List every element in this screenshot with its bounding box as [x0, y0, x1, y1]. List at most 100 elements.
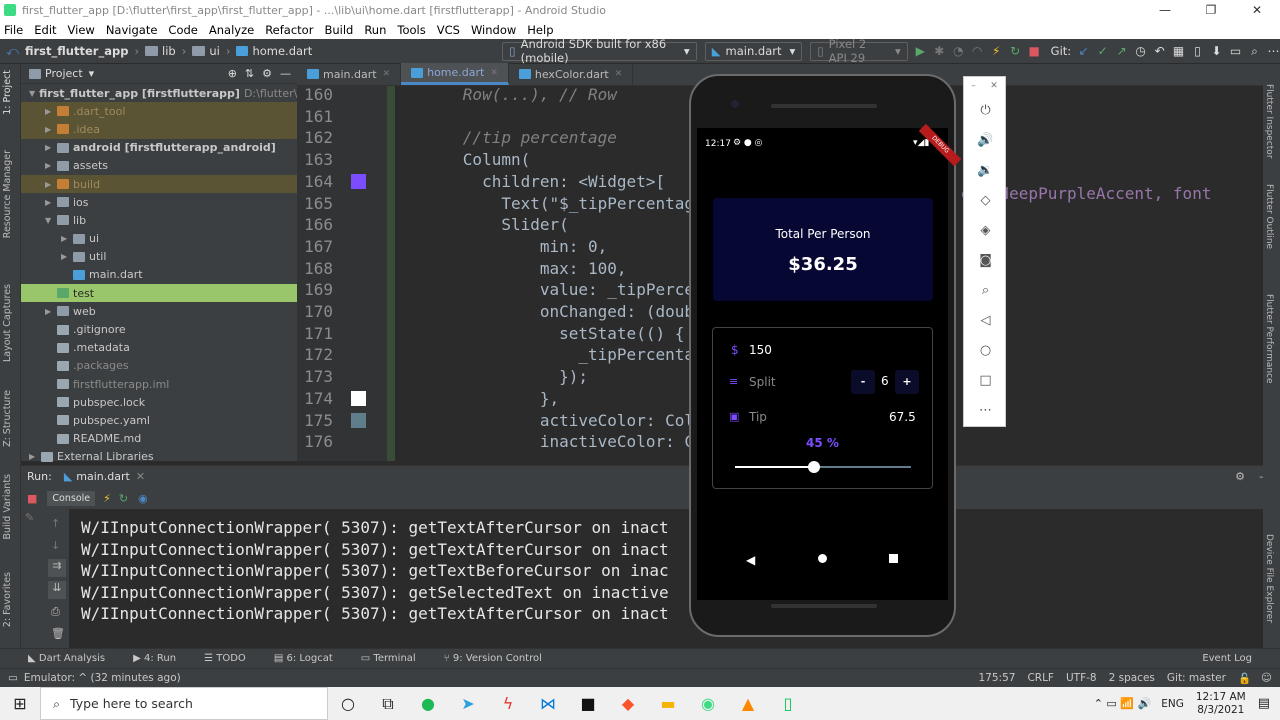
close-tab-icon[interactable]: ✕	[490, 68, 498, 78]
git-branch[interactable]: Git: master	[1167, 672, 1226, 684]
git-push-icon[interactable]: ↗	[1115, 43, 1128, 59]
rollback-icon[interactable]: ↶	[1153, 43, 1166, 59]
close-icon[interactable]: ✕	[990, 81, 998, 91]
color-swatch[interactable]	[351, 390, 366, 406]
coverage-icon[interactable]: ◔	[952, 43, 965, 59]
hot-reload-icon[interactable]: ⚡	[103, 492, 111, 505]
event-log-tab[interactable]: Event Log	[1202, 653, 1252, 664]
hide-icon[interactable]: —	[280, 67, 291, 80]
devtools-icon[interactable]: ◉	[138, 492, 148, 505]
avd-manager-icon[interactable]: ▯	[1191, 43, 1204, 59]
console-tab[interactable]: Console	[47, 490, 96, 506]
menu-run[interactable]: Run	[364, 23, 386, 37]
project-tree-item[interactable]: ▶ ui	[21, 230, 297, 248]
project-tree-item[interactable]: ▶ ios	[21, 193, 297, 211]
minimize-button[interactable]: —	[1142, 3, 1188, 17]
flutter-inspector-tab[interactable]: Flutter Inspector	[1264, 84, 1274, 159]
taskbar-search[interactable]: ⌕ Type here to search	[40, 687, 328, 720]
editor-tab[interactable]: hexColor.dart ✕	[509, 63, 634, 85]
project-tree-item[interactable]: ▶ util	[21, 248, 297, 266]
android-back-button[interactable]: ◀	[746, 553, 755, 567]
search-icon[interactable]: ⌕	[1248, 43, 1261, 59]
scroll-to-end-icon[interactable]: ⇊	[48, 581, 66, 599]
power-icon[interactable]: ⏻	[964, 95, 1007, 125]
chevron-down-icon[interactable]: ▼	[45, 216, 57, 225]
favorites-tab[interactable]: 2: Favorites	[2, 572, 13, 627]
overview-icon[interactable]: □	[964, 365, 1007, 395]
color-swatch[interactable]	[351, 412, 366, 428]
taskbar-clock[interactable]: 12:17 AM 8/3/2021	[1196, 691, 1246, 717]
chevron-right-icon[interactable]: ▶	[29, 452, 41, 461]
rotate-left-icon[interactable]: ◇	[964, 185, 1007, 215]
gear-icon[interactable]: ⚙	[1235, 470, 1245, 483]
project-tree-item[interactable]: .metadata	[21, 339, 297, 357]
chevron-right-icon[interactable]: ▶	[45, 161, 57, 170]
android-studio-icon[interactable]: ◉	[688, 687, 728, 720]
rotate-right-icon[interactable]: ◈	[964, 215, 1007, 245]
status-message[interactable]: Emulator: ^ (32 minutes ago)	[24, 672, 181, 684]
vscode-icon[interactable]: ⋈	[528, 687, 568, 720]
project-tree-item[interactable]: ▶ android [firstflutterapp_android]	[21, 139, 297, 157]
flash-icon[interactable]: ϟ	[488, 687, 528, 720]
run-config-tab[interactable]: main.dart	[76, 470, 130, 483]
menu-vcs[interactable]: VCS	[437, 23, 460, 37]
share-icon[interactable]: ⋯	[1267, 43, 1280, 59]
menu-navigate[interactable]: Navigate	[106, 23, 158, 37]
close-button[interactable]: ✕	[1234, 3, 1280, 17]
breadcrumb-ui[interactable]: ui	[192, 44, 220, 58]
pin-icon[interactable]: ✎	[25, 511, 41, 524]
editor-tab[interactable]: home.dart ✕	[401, 63, 509, 85]
structure-tab[interactable]: Z: Structure	[2, 390, 13, 447]
stop-icon[interactable]: ■	[1028, 43, 1041, 59]
down-arrow-icon[interactable]: ↓	[51, 539, 60, 552]
android-recents-button[interactable]	[889, 554, 898, 563]
task-view-icon[interactable]: ⧉	[368, 687, 408, 720]
split-increment-button[interactable]: +	[895, 370, 919, 394]
close-icon[interactable]: ✕	[136, 470, 145, 483]
project-tree-item[interactable]: pubspec.lock	[21, 393, 297, 411]
print-icon[interactable]: ⎙	[51, 605, 60, 619]
project-tree-item[interactable]: pubspec.yaml	[21, 411, 297, 429]
chevron-right-icon[interactable]: ▶	[45, 125, 57, 134]
menu-view[interactable]: View	[68, 23, 95, 37]
home-icon[interactable]: ○	[964, 335, 1007, 365]
project-tree-item[interactable]: ▶ assets	[21, 157, 297, 175]
minimize-icon[interactable]: –	[971, 81, 976, 91]
breadcrumb-file[interactable]: home.dart	[236, 44, 312, 58]
menu-refactor[interactable]: Refactor	[265, 23, 313, 37]
back-icon[interactable]: ◁	[964, 305, 1007, 335]
line-separator[interactable]: CRLF	[1027, 672, 1054, 684]
project-tool-tab[interactable]: 1: Project	[2, 70, 13, 115]
device-selector[interactable]: ▯ Android SDK built for x86 (mobile) ▾	[502, 37, 697, 65]
chevron-right-icon[interactable]: ▶	[61, 234, 73, 243]
bottom-tab[interactable]: ▤ 6: Logcat	[260, 653, 333, 664]
menu-analyze[interactable]: Analyze	[209, 23, 254, 37]
layout-captures-tab[interactable]: Layout Captures	[2, 284, 13, 362]
stop-icon[interactable]: ■	[27, 492, 37, 505]
color-swatch[interactable]	[351, 173, 366, 189]
hot-restart-icon[interactable]: ↻	[119, 492, 128, 505]
project-tree-item[interactable]: .gitignore	[21, 320, 297, 338]
bottom-tab[interactable]: ☰ TODO	[190, 653, 246, 664]
debug-icon[interactable]: ✱	[933, 43, 946, 59]
project-tree-item[interactable]: ▶ External Libraries	[21, 448, 297, 466]
project-tree-item[interactable]: .packages	[21, 357, 297, 375]
telegram-icon[interactable]: ➤	[448, 687, 488, 720]
chevron-right-icon[interactable]: ▶	[45, 107, 57, 116]
menu-build[interactable]: Build	[324, 23, 353, 37]
volume-up-icon[interactable]: 🔊	[964, 125, 1007, 155]
chevron-right-icon[interactable]: ▶	[45, 307, 57, 316]
lock-icon[interactable]: 🔓	[1238, 672, 1251, 685]
project-tree-item[interactable]: ▶ build	[21, 174, 297, 194]
zoom-icon[interactable]: ⌕	[964, 275, 1007, 305]
project-tree-item[interactable]: main.dart	[21, 266, 297, 284]
spotify-icon[interactable]: ●	[408, 687, 448, 720]
profile-icon[interactable]: ◠	[971, 43, 984, 59]
maximize-button[interactable]: ❐	[1188, 3, 1234, 17]
bottom-tab[interactable]: ⑂ 9: Version Control	[430, 653, 542, 664]
hot-restart-icon[interactable]: ↻	[1009, 43, 1022, 59]
file-explorer-icon[interactable]: ▬	[648, 687, 688, 720]
windows-start-icon[interactable]: ⊞	[0, 694, 40, 713]
split-decrement-button[interactable]: -	[851, 370, 875, 394]
tip-slider-thumb[interactable]	[808, 461, 821, 473]
